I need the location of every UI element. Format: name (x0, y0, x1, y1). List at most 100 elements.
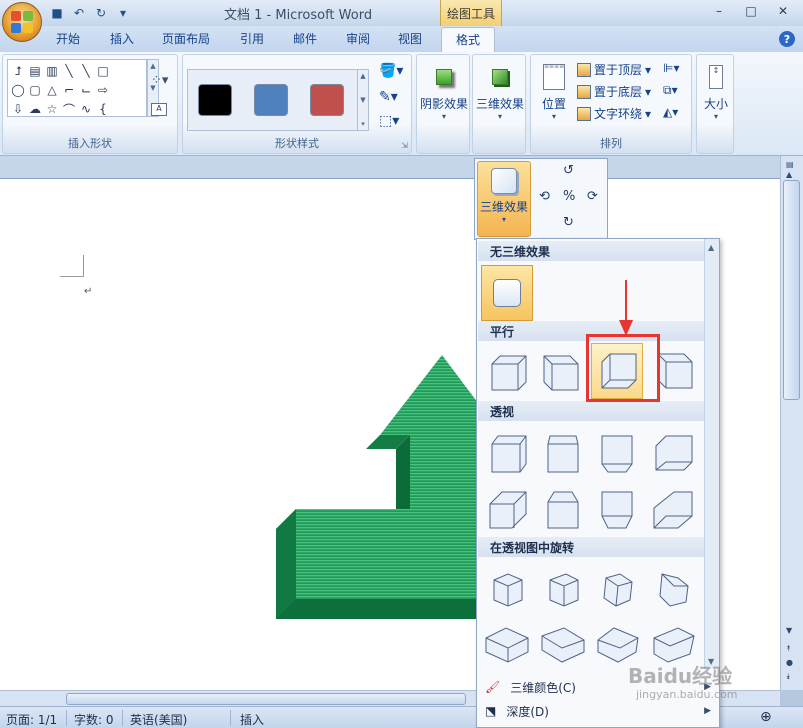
tab-review[interactable]: 审阅 (346, 30, 370, 47)
perspective-option-4[interactable] (647, 425, 699, 481)
position-button[interactable]: ≡≡≡≡ 位置 ▾ (535, 59, 573, 122)
prev-page-icon[interactable]: ⯭ (786, 644, 791, 654)
rotate-option-1[interactable] (481, 561, 533, 617)
shape-lshape-icon[interactable]: ⌐ (61, 81, 77, 99)
no-3d-effect-option[interactable] (481, 265, 533, 321)
bring-to-front-button[interactable]: 置于顶层 ▾ (577, 61, 651, 78)
shape-line2-icon[interactable]: ╲ (78, 62, 94, 80)
browse-object-icon[interactable]: ● (786, 658, 793, 667)
ruler-toggle-icon[interactable]: ▤ (786, 160, 794, 169)
parallel-option-1[interactable] (481, 343, 533, 399)
3d-effects-button[interactable]: 三维效果 ▾ (477, 161, 531, 237)
rotate-option-5[interactable] (481, 617, 533, 673)
tab-format[interactable]: 格式 (441, 27, 496, 52)
shape-outline-icon[interactable]: ✎▾ (379, 89, 398, 105)
perspective-option-1[interactable] (481, 425, 533, 481)
3d-effects-ribbon-button[interactable]: 三维效果 ▾ (475, 59, 525, 121)
dialog-launcher-icon[interactable]: ⇲ (401, 141, 408, 150)
shape-arrow-right-icon[interactable]: ⇨ (95, 81, 111, 99)
text-wrap-button[interactable]: 文字环绕 ▾ (577, 105, 651, 122)
perspective-option-6[interactable] (537, 481, 589, 537)
group-insert-shapes: ⮥ ▤ ▥ ╲ ╲ □ ◯ ▢ △ ⌐ ⌙ ⇨ ⇩ ☁ ☆ ⌒ ∿ { ▲▼▾ … (2, 54, 178, 154)
maximize-icon[interactable]: □ (735, 2, 767, 20)
cube-icon (485, 627, 529, 663)
shape-arrow-down-icon[interactable]: ⇩ (10, 100, 26, 118)
shape-textbox-icon[interactable]: ▤ (27, 62, 43, 80)
gallery-scrollbar[interactable]: ▲ ▼ (704, 239, 719, 669)
shape-arc-icon[interactable]: ⌒ (61, 100, 77, 118)
style-swatch-blue[interactable] (254, 84, 288, 116)
shape-connector-icon[interactable]: ⌙ (78, 81, 94, 99)
perspective-option-5[interactable] (481, 481, 533, 537)
scroll-up-icon[interactable]: ▲ (708, 243, 714, 252)
shape-fill-icon[interactable]: 🪣▾ (379, 63, 403, 79)
tab-references[interactable]: 引用 (240, 30, 264, 47)
save-icon[interactable]: ■ (48, 4, 66, 22)
next-page-icon[interactable]: ⯯ (786, 672, 791, 682)
send-to-back-button[interactable]: 置于底层 ▾ (577, 83, 651, 100)
close-icon[interactable]: ✕ (767, 2, 799, 20)
undo-icon[interactable]: ↶ (70, 4, 88, 22)
tab-mailings[interactable]: 邮件 (293, 30, 317, 47)
horizontal-scroll-thumb[interactable] (66, 693, 466, 705)
status-words[interactable]: 字数: 0 (74, 711, 114, 728)
vertical-scroll-thumb[interactable] (783, 180, 800, 400)
shape-vertical-textbox-icon[interactable]: ▥ (44, 62, 60, 80)
tilt-up-icon[interactable]: ↺ (563, 163, 574, 178)
shape-rect-icon[interactable]: □ (95, 62, 111, 80)
shape-brace-icon[interactable]: { (95, 100, 111, 118)
edit-shape-icon[interactable]: ⁘▾ (151, 73, 168, 88)
status-language[interactable]: 英语(美国) (130, 711, 187, 728)
shape-elbow-icon[interactable]: ⮥ (10, 62, 26, 80)
customize-qat-icon[interactable]: ▾ (114, 4, 132, 22)
scroll-up-icon[interactable]: ▲ (786, 170, 792, 179)
perspective-option-3[interactable] (591, 425, 643, 481)
perspective-option-7[interactable] (591, 481, 643, 537)
shape-triangle-icon[interactable]: △ (44, 81, 60, 99)
shape-curve-icon[interactable]: ∿ (78, 100, 94, 118)
style-swatch-red[interactable] (310, 84, 344, 116)
style-swatch-black[interactable] (198, 84, 232, 116)
shape-oval-icon[interactable]: ◯ (10, 81, 26, 99)
shape-roundrect-icon[interactable]: ▢ (27, 81, 43, 99)
shadow-effects-button[interactable]: 阴影效果 ▾ (419, 59, 469, 121)
help-icon[interactable]: ? (779, 31, 795, 47)
rotate-option-2[interactable] (537, 561, 589, 617)
styles-scroll[interactable]: ▲ ▼ ▾ (357, 69, 369, 131)
tab-insert[interactable]: 插入 (110, 30, 134, 47)
scroll-down-icon[interactable]: ▼ (786, 626, 792, 635)
minimize-icon[interactable]: – (703, 2, 735, 20)
draw-textbox-icon[interactable]: A (151, 103, 167, 116)
3d-toggle-icon[interactable]: % (563, 189, 575, 204)
redo-icon[interactable]: ↻ (92, 4, 110, 22)
status-mode[interactable]: 插入 (240, 711, 264, 728)
tab-view[interactable]: 视图 (398, 30, 422, 47)
vertical-scrollbar[interactable]: ▤ ▲ ▼ ⯭ ● ⯯ (780, 156, 803, 690)
office-button[interactable] (2, 2, 42, 42)
rotate-option-3[interactable] (591, 561, 643, 617)
status-page[interactable]: 页面: 1/1 (6, 711, 57, 728)
tilt-right-icon[interactable]: ⟳ (587, 189, 598, 204)
shape-line-icon[interactable]: ╲ (61, 62, 77, 80)
3d-effects-label: 三维效果 (475, 97, 524, 111)
shape-star-icon[interactable]: ☆ (44, 100, 60, 118)
group-objects-icon[interactable]: ⧉▾ (663, 83, 678, 98)
ruler (0, 156, 780, 178)
zoom-in-icon[interactable]: ⊕ (760, 709, 772, 725)
rotate-option-6[interactable] (537, 617, 589, 673)
rotate-option-4[interactable] (647, 561, 699, 617)
tilt-down-icon[interactable]: ↻ (563, 215, 574, 230)
shape-callout-icon[interactable]: ☁ (27, 100, 43, 118)
perspective-option-8[interactable] (647, 481, 699, 537)
change-shape-icon[interactable]: ⬚▾ (379, 113, 399, 129)
parallel-option-2[interactable] (537, 343, 589, 399)
perspective-option-2[interactable] (537, 425, 589, 481)
shapes-gallery[interactable]: ⮥ ▤ ▥ ╲ ╲ □ ◯ ▢ △ ⌐ ⌙ ⇨ ⇩ ☁ ☆ ⌒ ∿ { (7, 59, 147, 117)
tilt-left-icon[interactable]: ⟲ (539, 189, 550, 204)
rotate-icon[interactable]: ◭▾ (663, 105, 678, 119)
tab-page-layout[interactable]: 页面布局 (162, 30, 210, 47)
align-icon[interactable]: ⊫▾ (663, 61, 679, 75)
tab-home[interactable]: 开始 (56, 30, 80, 47)
size-button[interactable]: ↕ 大小 ▾ (699, 59, 733, 121)
depth-menu-item[interactable]: ⬔ 深度(D) ▶ (481, 699, 717, 723)
